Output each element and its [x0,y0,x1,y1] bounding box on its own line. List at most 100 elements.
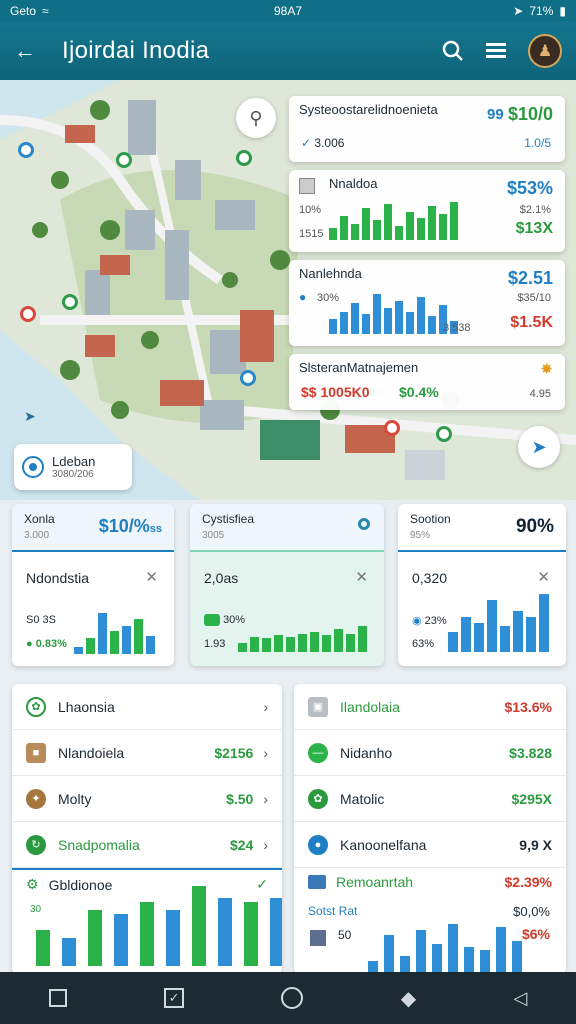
map-pin[interactable] [240,370,256,386]
chart-sub: Sotst Rat [308,904,358,918]
overlay-card-2[interactable]: Nnaldoa $53% 10% 1515 $2.1% $13X [289,170,565,252]
chart-bar [464,947,474,974]
chart-bar [329,228,337,240]
chart-bar [500,626,510,652]
overlay-prefix: 99 [487,106,504,123]
settings-dot-icon[interactable] [358,518,370,530]
chart-bar [480,950,490,974]
chart-bar [244,902,258,966]
checkbox-nav-icon[interactable]: ✓ [164,988,185,1008]
list-chart: Remoanrtah $2.39% Sotst Rat 50 $0,0% $6% [294,868,566,974]
list-item[interactable]: ↻ Snadpomalia $24 › [12,822,282,868]
map-pin[interactable] [20,306,36,322]
leaf-icon: ✿ [308,788,328,809]
box-icon: ■ [26,742,46,763]
chart-bar [192,886,206,966]
list-item[interactable]: ✿ Matolic $295X [294,776,566,822]
back-triangle-icon[interactable]: ◁ [513,988,527,1009]
chart-bar [340,216,348,240]
chevron-right-icon: › [263,744,268,761]
map-pin[interactable] [436,426,452,442]
chart-bar [262,638,271,652]
map-pin[interactable] [236,150,252,166]
overlay-card-1[interactable]: Systeoostarelidnoenieta 99 $10/0 ✓ 3.006… [289,96,565,162]
list-item-value: $2156 [214,744,254,761]
location-name: Ldeban [52,454,96,469]
overlay-card-4[interactable]: SlsteranMatnajemen ✸ $$ 1005K0 $0.4% 4.9… [289,354,565,410]
stat-label: Ndondstia [26,570,90,586]
close-icon[interactable]: ✕ [145,568,158,586]
chart-bar [36,930,50,966]
chart-bar [362,314,370,334]
chart-bar [362,208,370,240]
overlay-bars [329,290,458,334]
map-pin[interactable] [384,420,400,436]
chart-bar [250,637,259,652]
chart-bar [539,594,549,652]
image-icon: ▣ [308,696,328,717]
search-icon[interactable] [442,40,464,62]
chart-bar [310,632,319,652]
stat-card-1[interactable]: Xonla 3.000 $10/%ss Ndondstia ✕ S0 3S ● … [12,504,174,666]
list-item-label: Nidanho [340,744,393,761]
chart-bar [274,635,283,652]
check-icon: ✓ [301,136,312,150]
close-icon[interactable]: ✕ [355,568,368,586]
stat-l1: S0 3S [26,614,56,626]
chart-bar [98,613,107,654]
chart-bar [416,930,426,974]
chevron-right-icon: › [263,836,268,853]
sun-icon: ✸ [540,361,553,378]
stat-bars [448,594,549,652]
overlay-small-a: 10% [299,204,322,216]
stat-card-3[interactable]: Sootion 95% 90% 0,320 ✕ ◉ 23% 63% [398,504,566,666]
list-item[interactable]: ✿ Lhaonsia › [12,684,282,730]
overlay-value-b: $0.4% [399,384,439,400]
overlay-small-b: 1515 [299,228,324,240]
chart-bar [86,638,95,654]
chart-bars [36,886,282,966]
chart-bar [428,316,436,334]
location-chip[interactable]: Ldeban 3080/206 [14,444,132,490]
chart-bar [487,600,497,652]
chart-bar [122,626,131,654]
chart-bar [428,206,436,240]
list-item[interactable]: ✦ Molty $.50 › [12,776,282,822]
stat-card-2[interactable]: Cystisfiea 3005 2,0as ✕ 30% 1.93 [190,504,384,666]
overlay-sub-right2: $1.5K [510,314,553,331]
chart-bar [450,202,458,240]
list-item[interactable]: ■ Nlandoiela $2156 › [12,730,282,776]
locate-button[interactable]: ➤ [518,426,560,468]
chart-bar [474,623,484,652]
list-item-label: Snadpomalia [58,836,140,853]
back-arrow-icon[interactable]: ← [14,38,36,64]
list-item[interactable]: ▣ Ilandolaia $13.6% [294,684,566,730]
square-nav-icon[interactable] [48,989,67,1007]
chart-bar [439,214,447,240]
map-pin[interactable] [18,142,34,158]
list-item-value: $.50 [226,790,254,807]
list-item-label: Lhaonsia [58,698,115,715]
map-pin[interactable] [116,152,132,168]
overlay-sub: 3.006 [314,136,345,150]
avatar[interactable]: ♟ [528,34,562,68]
target-icon [22,456,44,478]
overlay-card-3[interactable]: Nanlehnda $2.51 ● 30% 3.538 $35/10 $1.5K [289,260,565,346]
map-marker-button[interactable]: ⚲ [236,98,276,138]
chart-bar [74,647,83,654]
map-pin[interactable] [62,294,78,310]
chart-bar [513,611,523,652]
chart-bar [432,944,442,974]
list-menu-icon[interactable] [486,42,506,60]
chart-bar [406,312,414,334]
chart-bar [322,635,331,652]
list-item[interactable]: ● Kanoonelfana 9,9 X [294,822,566,868]
photo-icon [308,875,326,889]
chart-bar [238,643,247,652]
list-item[interactable]: — Nidanho $3.828 [294,730,566,776]
overlay-sub-row: ✓ 3.006 [301,136,344,150]
home-circle-icon[interactable] [281,987,304,1009]
close-icon[interactable]: ✕ [537,568,550,586]
list-item-value: $13.6% [504,698,552,715]
diamond-nav-icon[interactable]: ◆ [401,986,416,1011]
